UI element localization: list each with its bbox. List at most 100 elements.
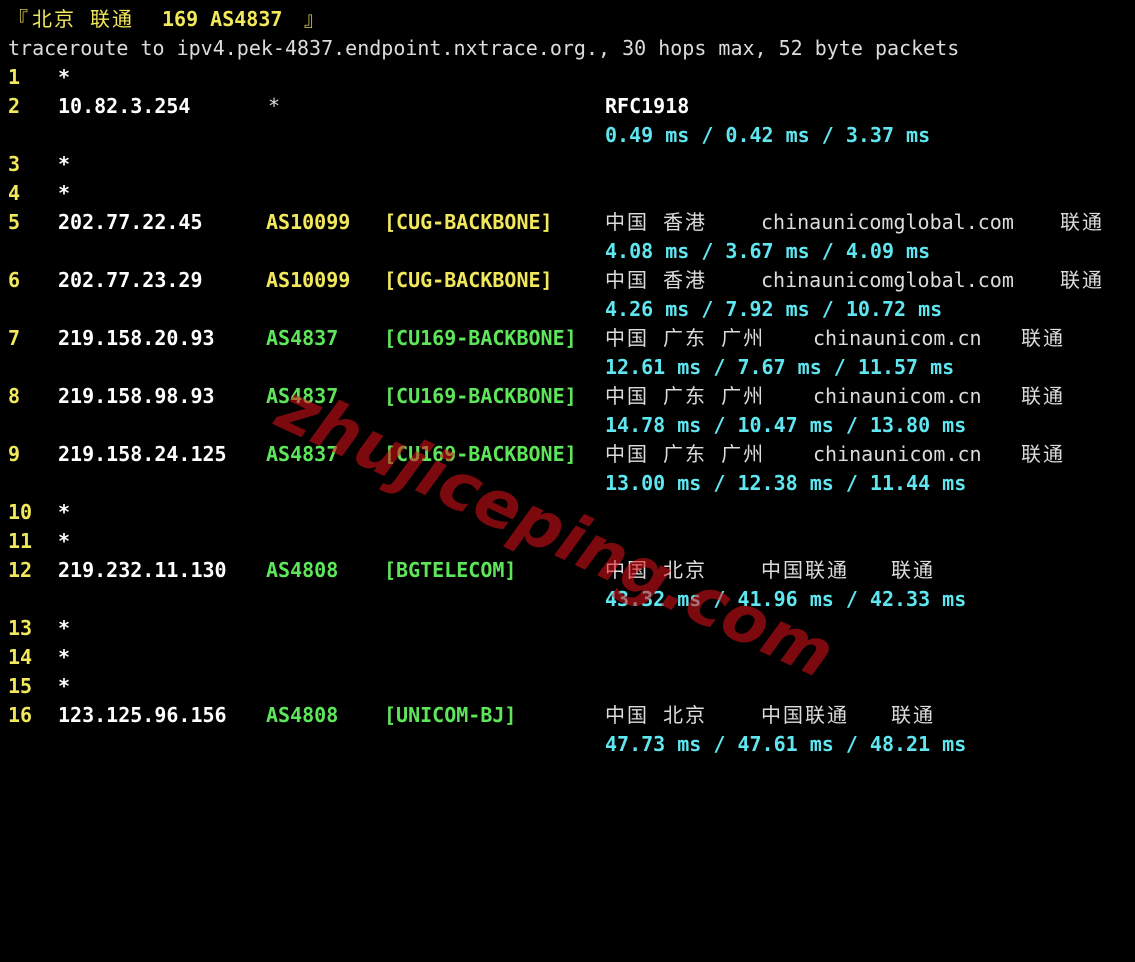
hop-rtt: 14.78 ms / 10.47 ms / 13.80 ms	[605, 413, 967, 437]
hop-carrier: 联通	[1021, 326, 1065, 350]
hop-rtt: 12.61 ms / 7.67 ms / 11.57 ms	[605, 355, 955, 379]
hop-number: 14	[8, 645, 33, 669]
hop-number: 16	[8, 703, 33, 727]
hop-ip: *	[58, 152, 71, 176]
hop-number: 12	[8, 558, 33, 582]
hop-ip: 10.82.3.254	[58, 94, 191, 118]
hop-row: 13 *	[0, 614, 70, 643]
hop-row: 9 219.158.24.125 AS4837 [CU169-BACKBONE]…	[0, 440, 1063, 469]
hop-rtt: 4.26 ms / 7.92 ms / 10.72 ms	[605, 297, 943, 321]
hop-ip: *	[58, 645, 71, 669]
hop-row: 16 123.125.96.156 AS4808 [UNICOM-BJ] 中国 …	[0, 701, 933, 730]
hop-carrier: 联通	[1021, 442, 1065, 466]
hop-tag: [CU169-BACKBONE]	[384, 326, 577, 350]
header-bracket-close: 』	[304, 7, 324, 31]
hop-row: 2 10.82.3.254 * RFC1918	[0, 92, 689, 121]
hop-rtt-row: 0.49 ms / 0.42 ms / 3.37 ms	[0, 121, 930, 150]
hop-ip: *	[58, 181, 71, 205]
hop-number: 13	[8, 616, 33, 640]
hop-isp: chinaunicom.cn	[813, 384, 982, 408]
hop-number: 15	[8, 674, 33, 698]
hop-geo: 中国 北京	[605, 703, 708, 727]
hop-ip: *	[58, 65, 71, 89]
hop-row: 7 219.158.20.93 AS4837 [CU169-BACKBONE] …	[0, 324, 1063, 353]
header-bracket-open: 『	[8, 7, 28, 31]
hop-carrier: 联通	[1021, 384, 1065, 408]
hop-rtt-row: 4.26 ms / 7.92 ms / 10.72 ms	[0, 295, 942, 324]
hop-asn: *	[268, 94, 281, 118]
hop-isp: chinaunicomglobal.com	[761, 210, 1014, 234]
hop-ip: 219.158.24.125	[58, 442, 227, 466]
hop-tag: [CU169-BACKBONE]	[384, 384, 577, 408]
hop-isp: chinaunicom.cn	[813, 442, 982, 466]
command-text: traceroute to ipv4.pek-4837.endpoint.nxt…	[8, 36, 960, 60]
hop-ip: *	[58, 529, 71, 553]
hop-ip: 202.77.23.29	[58, 268, 203, 292]
hop-tag: [UNICOM-BJ]	[384, 703, 517, 727]
terminal-window: 『 北京 联通 169 AS4837 』 traceroute to ipv4.…	[0, 0, 1135, 769]
hop-rtt: 13.00 ms / 12.38 ms / 11.44 ms	[605, 471, 967, 495]
hop-asn: AS4808	[266, 558, 339, 582]
hop-ip: 219.158.98.93	[58, 384, 215, 408]
hop-geo: 中国 广东 广州	[605, 442, 766, 466]
hop-number: 6	[8, 268, 21, 292]
hop-number: 1	[8, 65, 21, 89]
hop-number: 10	[8, 500, 33, 524]
hop-number: 2	[8, 94, 21, 118]
header-line: 『 北京 联通 169 AS4837 』	[0, 5, 324, 34]
command-line: traceroute to ipv4.pek-4837.endpoint.nxt…	[0, 34, 959, 63]
hop-isp: 中国联通	[761, 558, 849, 582]
hop-tag: [BGTELECOM]	[384, 558, 517, 582]
hop-row: 15 *	[0, 672, 70, 701]
hop-asn: AS10099	[266, 268, 351, 292]
hop-row: 14 *	[0, 643, 70, 672]
hop-ip: 202.77.22.45	[58, 210, 203, 234]
hop-row: 6 202.77.23.29 AS10099 [CUG-BACKBONE] 中国…	[0, 266, 1102, 295]
hop-carrier: 联通	[891, 558, 935, 582]
hop-rtt-row: 43.32 ms / 41.96 ms / 42.33 ms	[0, 585, 966, 614]
hop-carrier: 联通	[1060, 210, 1104, 234]
hop-isp: chinaunicomglobal.com	[761, 268, 1014, 292]
hop-rtt: 0.49 ms / 0.42 ms / 3.37 ms	[605, 123, 931, 147]
hop-row: 3 *	[0, 150, 70, 179]
hop-tag: [CUG-BACKBONE]	[384, 210, 553, 234]
hop-rtt: 4.08 ms / 3.67 ms / 4.09 ms	[605, 239, 931, 263]
hop-rtt-row: 13.00 ms / 12.38 ms / 11.44 ms	[0, 469, 966, 498]
hop-row: 11 *	[0, 527, 70, 556]
hop-row: 12 219.232.11.130 AS4808 [BGTELECOM] 中国 …	[0, 556, 933, 585]
hop-geo: 中国 北京	[605, 558, 708, 582]
hop-asn: AS4808	[266, 703, 339, 727]
hop-ip: *	[58, 674, 71, 698]
hop-rtt: 47.73 ms / 47.61 ms / 48.21 ms	[605, 732, 967, 756]
hop-number: 9	[8, 442, 21, 466]
hop-isp: 中国联通	[761, 703, 849, 727]
hop-ip: *	[58, 500, 71, 524]
hop-number: 3	[8, 152, 21, 176]
hop-asn: AS4837	[266, 442, 339, 466]
hop-rtt-row: 4.08 ms / 3.67 ms / 4.09 ms	[0, 237, 930, 266]
hop-row: 1 *	[0, 63, 70, 92]
hop-tag: [CU169-BACKBONE]	[384, 442, 577, 466]
hop-number: 8	[8, 384, 21, 408]
hop-geo: 中国 广东 广州	[605, 326, 766, 350]
hop-ip: 219.158.20.93	[58, 326, 215, 350]
hop-rtt-row: 12.61 ms / 7.67 ms / 11.57 ms	[0, 353, 954, 382]
hop-geo: 中国 广东 广州	[605, 384, 766, 408]
hop-ip: *	[58, 616, 71, 640]
hop-number: 4	[8, 181, 21, 205]
hop-geo: 中国 香港	[605, 210, 708, 234]
hop-row: 5 202.77.22.45 AS10099 [CUG-BACKBONE] 中国…	[0, 208, 1102, 237]
hop-carrier: 联通	[891, 703, 935, 727]
hop-isp: chinaunicom.cn	[813, 326, 982, 350]
hop-rtt-row: 14.78 ms / 10.47 ms / 13.80 ms	[0, 411, 966, 440]
hop-tag: [CUG-BACKBONE]	[384, 268, 553, 292]
hop-row: 10 *	[0, 498, 70, 527]
hop-asn: AS4837	[266, 384, 339, 408]
hop-number: 7	[8, 326, 21, 350]
hop-geo: RFC1918	[605, 94, 690, 118]
hop-rtt: 43.32 ms / 41.96 ms / 42.33 ms	[605, 587, 967, 611]
hop-asn: AS10099	[266, 210, 351, 234]
hop-row: 4 *	[0, 179, 70, 208]
hop-ip: 123.125.96.156	[58, 703, 227, 727]
hop-row: 8 219.158.98.93 AS4837 [CU169-BACKBONE] …	[0, 382, 1063, 411]
